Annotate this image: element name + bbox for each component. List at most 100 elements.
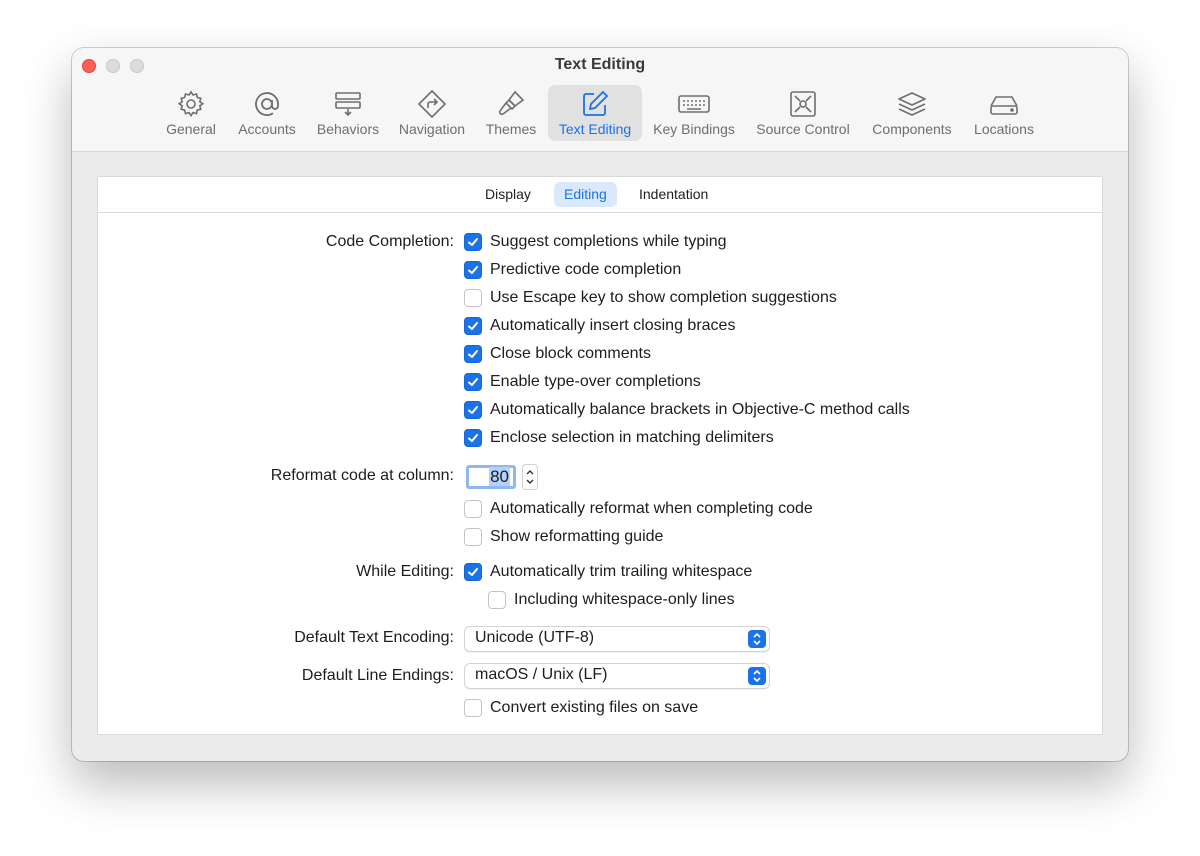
keyboard-icon [678,95,710,113]
line-endings-label: Default Line Endings: [301,667,454,684]
checkmark-icon [468,434,478,442]
navigation-icon [417,89,447,119]
checkbox-label: Automatically trim trailing whitespace [490,563,753,580]
checkbox-box[interactable] [464,563,482,581]
reformat-column-value: 80 [489,467,510,486]
tab-editing[interactable]: Editing [554,182,617,207]
checkmark-icon [468,378,478,386]
checkmark-icon [468,406,478,414]
code-completion-option[interactable]: Suggest completions while typing [464,231,727,253]
reformat-option[interactable]: Automatically reformat when completing c… [464,498,813,520]
checkbox-label: Predictive code completion [490,261,682,278]
checkbox-label: Show reformatting guide [490,528,664,545]
checkbox-label: Enable type-over completions [490,373,701,390]
text-encoding-label: Default Text Encoding: [294,629,454,646]
settings-panel: Display Editing Indentation Code Complet… [97,176,1103,735]
checkbox-box[interactable] [464,373,482,391]
text-encoding-value: Unicode (UTF-8) [475,629,595,646]
toolbar-item-general[interactable]: General [159,85,223,141]
checkbox-label: Use Escape key to show completion sugges… [490,289,837,306]
checkbox-label: Automatically insert closing braces [490,317,736,334]
code-completion-label: Code Completion: [325,233,454,250]
preferences-toolbar: General Accounts Behaviors Navigation Th… [72,48,1128,151]
checkbox-box[interactable] [464,261,482,279]
checkmark-icon [468,568,478,576]
at-icon [255,92,279,116]
checkbox-label: Enclose selection in matching delimiters [490,429,774,446]
checkbox-box[interactable] [464,345,482,363]
behaviors-icon [335,92,361,117]
tab-indentation[interactable]: Indentation [629,182,718,207]
toolbar-item-label: Behaviors [316,121,380,137]
popup-arrows-icon [748,667,766,685]
popup-arrows-icon [748,630,766,648]
checkbox-box[interactable] [464,317,482,335]
convert-files-checkbox[interactable]: Convert existing files on save [464,697,698,719]
checkmark-icon [468,266,478,274]
toolbar-item-label: Source Control [756,121,850,137]
toolbar-item-label: Components [872,121,952,137]
toolbar-item-label: Navigation [398,121,466,137]
layers-icon [898,92,926,116]
checkbox-box[interactable] [464,429,482,447]
toolbar-item-accounts[interactable]: Accounts [231,85,303,141]
toolbar-item-source-control[interactable]: Source Control [749,85,857,141]
line-endings-value: macOS / Unix (LF) [475,666,608,683]
title-bar: Text Editing General Accounts Behaviors … [72,48,1128,152]
whitespace-only-lines-checkbox[interactable]: Including whitespace-only lines [488,589,735,611]
code-completion-option[interactable]: Automatically balance brackets in Object… [464,399,910,421]
preferences-window: Text Editing General Accounts Behaviors … [72,48,1128,761]
toolbar-item-behaviors[interactable]: Behaviors [310,85,386,141]
checkbox-box[interactable] [464,500,482,518]
code-completion-option[interactable]: Use Escape key to show completion sugges… [464,287,837,309]
while-editing-label: While Editing: [356,563,454,580]
toolbar-item-label: Themes [485,121,537,137]
toolbar-item-label: Text Editing [558,121,632,137]
drive-icon [990,96,1018,115]
toolbar-item-text-editing[interactable]: Text Editing [548,85,642,141]
source-control-icon [790,91,816,117]
toolbar-item-label: Accounts [238,121,296,137]
line-endings-popup[interactable]: macOS / Unix (LF) [464,663,770,689]
checkbox-label: Automatically reformat when completing c… [490,500,813,517]
reformat-option[interactable]: Show reformatting guide [464,526,663,548]
code-completion-option[interactable]: Enclose selection in matching delimiters [464,427,774,449]
checkbox-box[interactable] [464,401,482,419]
trim-whitespace-checkbox[interactable]: Automatically trim trailing whitespace [464,561,752,583]
toolbar-item-components[interactable]: Components [866,85,958,141]
toolbar-item-key-bindings[interactable]: Key Bindings [648,85,740,141]
reformat-column-label: Reformat code at column: [270,467,454,484]
checkbox-label: Including whitespace-only lines [514,591,735,608]
checkbox-box[interactable] [464,699,482,717]
toolbar-item-label: Key Bindings [653,121,735,137]
toolbar-item-label: General [166,121,216,137]
paintbrush-icon [498,90,525,116]
pencil-square-icon [583,90,609,116]
code-completion-option[interactable]: Close block comments [464,343,651,365]
text-encoding-popup[interactable]: Unicode (UTF-8) [464,626,770,652]
tab-display[interactable]: Display [475,182,541,207]
stepper-arrows-icon [526,470,534,484]
checkbox-label: Automatically balance brackets in Object… [490,401,910,418]
checkbox-label: Convert existing files on save [490,699,699,716]
code-completion-option[interactable]: Predictive code completion [464,259,681,281]
toolbar-item-label: Locations [974,121,1034,137]
code-completion-option[interactable]: Enable type-over completions [464,371,701,393]
toolbar-item-navigation[interactable]: Navigation [392,85,472,141]
toolbar-item-locations[interactable]: Locations [968,85,1040,141]
reformat-column-stepper[interactable] [522,464,538,490]
checkbox-box[interactable] [464,289,482,307]
checkbox-box[interactable] [488,591,506,609]
checkmark-icon [468,322,478,330]
checkbox-label: Suggest completions while typing [490,233,727,250]
checkmark-icon [468,350,478,358]
checkbox-box[interactable] [464,233,482,251]
checkbox-box[interactable] [464,528,482,546]
toolbar-item-themes[interactable]: Themes [479,85,543,141]
code-completion-option[interactable]: Automatically insert closing braces [464,315,735,337]
reformat-column-field[interactable]: 80 [466,465,516,489]
checkmark-icon [468,238,478,246]
gear-icon [177,90,205,118]
checkbox-label: Close block comments [490,345,651,362]
segmented-tabs: Display Editing Indentation [98,177,1102,213]
